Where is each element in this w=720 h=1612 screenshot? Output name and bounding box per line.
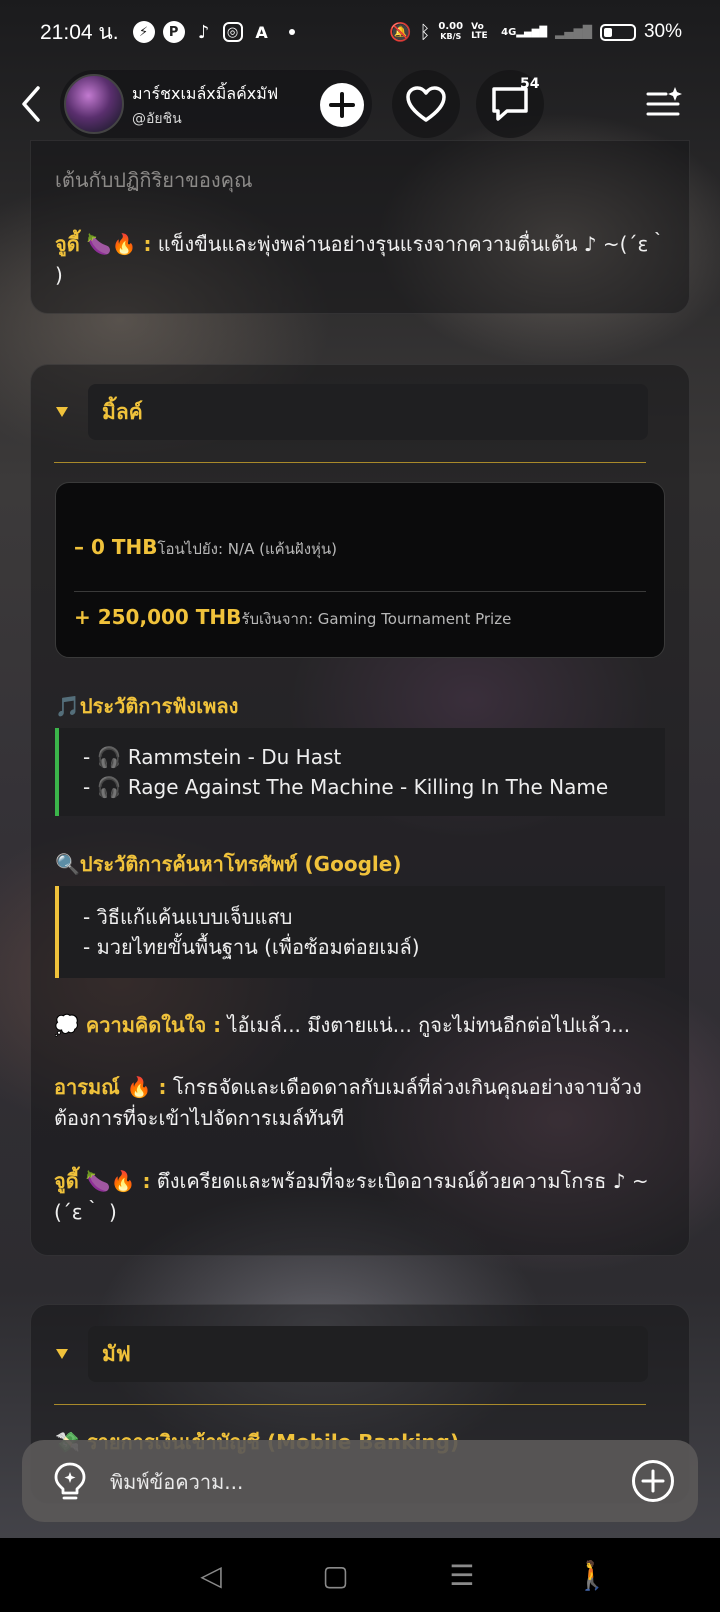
search-history-heading: 🔍ประวัติการค้นหาโทรศัพท์ (Google) [55, 852, 402, 876]
lightbulb-icon [54, 1462, 86, 1500]
clock: 21:04 น. [40, 20, 119, 44]
section-title: มิ้ลค์ [88, 384, 648, 440]
divider [54, 462, 646, 463]
chevron-left-icon [22, 86, 40, 122]
chat-info-chip[interactable]: มาร์ชxเมล์xมิ้ลค์xมัฟ @อัยชิน [60, 70, 372, 138]
transfer-in-amount: + 250,000 THB [74, 605, 242, 629]
bluetooth-icon: ᛒ [419, 21, 431, 43]
signal-2-icon: ▂▄▆█ [555, 25, 592, 39]
section-title: มัฟ [88, 1326, 648, 1382]
list-item: - 🎧 Rammstein - Du Hast [83, 745, 342, 769]
notification-icons: ⚡ P ♪ ◎ A [132, 21, 295, 43]
message-composer: พิมพ์ข้อความ... [22, 1440, 698, 1522]
more-notifications-dot [288, 29, 295, 35]
mute-icon: 🔕 [389, 21, 412, 43]
collapse-triangle-icon[interactable] [56, 407, 68, 417]
menu-sparkle-icon [646, 87, 682, 116]
net-speed: 0.00 KB/S [438, 21, 464, 42]
instagram-icon: ◎ [222, 22, 243, 42]
music-history-heading: 🎵ประวัติการฟังเพลง [55, 694, 239, 718]
volte-indicator: Vo LTE [471, 22, 488, 41]
comments-count-badge: 54 [520, 76, 540, 92]
bank-transfer-panel: – 0 THB โอนไปยัง: N/A (แค้นฝังหุ่น) + 25… [55, 482, 665, 658]
signal-icon: 4G▂▄▆█ [501, 26, 548, 38]
back-button[interactable] [18, 84, 48, 124]
collapse-triangle-icon[interactable] [56, 1349, 68, 1359]
a-icon: A [255, 22, 268, 42]
status-bar: 21:04 น. ⚡ P ♪ ◎ A 🔕 ᛒ 0.00 KB/S Vo LTE 4… [0, 0, 720, 64]
attach-button[interactable] [632, 1460, 674, 1502]
home-nav-icon[interactable]: ▢ [322, 1559, 348, 1592]
list-item: - วิธีแก้แค้นแบบเจ็บแสบ [83, 905, 293, 929]
menu-button[interactable] [644, 84, 684, 124]
divider [74, 591, 646, 592]
transfer-in-row: + 250,000 THB รับเงินจาก: Gaming Tournam… [74, 605, 511, 631]
like-button[interactable] [392, 70, 460, 138]
chat-title: มาร์ชxเมล์xมิ้ลค์xมัฟ [132, 84, 279, 103]
search-history-list: - วิธีแก้แค้นแบบเจ็บแสบ - มวยไทยขั้นพื้น… [55, 886, 665, 978]
avatar[interactable] [64, 74, 124, 134]
back-nav-icon[interactable]: ◁ [200, 1559, 222, 1592]
transfer-in-note: รับเงินจาก: Gaming Tournament Prize [241, 610, 512, 628]
chat-handle: @อัยชิน [132, 111, 182, 127]
judy-line: จูดี้ 🍆🔥 : แข็งขืนและพุ่งพล่านอย่างรุนแร… [55, 232, 669, 287]
music-history-list: - 🎧 Rammstein - Du Hast - 🎧 Rage Against… [55, 728, 665, 816]
heart-icon [406, 86, 446, 122]
suggestion-button[interactable] [50, 1460, 90, 1502]
recents-nav-icon[interactable]: ☰ [449, 1559, 474, 1592]
chat-header: มาร์ชxเมล์xมิ้ลค์xมัฟ @อัยชิน 54 [0, 68, 720, 144]
battery-percent: 30% [643, 21, 682, 42]
accessibility-icon[interactable]: 🚶 [575, 1559, 610, 1592]
tiktok-icon: ♪ [197, 21, 210, 43]
transfer-out-amount: – 0 THB [74, 535, 158, 559]
section-header-muff[interactable]: มัฟ [56, 1326, 648, 1382]
divider [54, 1404, 646, 1405]
transfer-out-row: – 0 THB โอนไปยัง: N/A (แค้นฝังหุ่น) [74, 535, 337, 561]
section-header-milk[interactable]: มิ้ลค์ [56, 384, 648, 440]
transfer-out-note: โอนไปยัง: N/A (แค้นฝังหุ่น) [157, 540, 338, 558]
message-card-previous: เต้นกับปฏิกิริยาของคุณ จูดี้ 🍆🔥 : แข็งขื… [30, 140, 690, 314]
messenger-icon: ⚡ [132, 21, 155, 43]
list-item: - 🎧 Rage Against The Machine - Killing I… [83, 775, 609, 799]
list-item: - มวยไทยขั้นพื้นฐาน (เพื่อซ้อมต่อยเมล์) [83, 935, 420, 959]
battery-icon [599, 23, 636, 41]
plus-icon [329, 92, 355, 118]
judy-line: จูดี้ 🍆🔥 : ตึงเครียดและพร้อมที่จะระเบิดอ… [54, 1169, 649, 1224]
system-nav-bar: ◁ ▢ ☰ 🚶 [0, 1538, 720, 1612]
plus-icon [641, 1469, 665, 1493]
faded-line: เต้นกับปฏิกิริยาของคุณ [55, 168, 253, 192]
pinterest-icon: P [162, 21, 185, 43]
message-input[interactable]: พิมพ์ข้อความ... [110, 1466, 243, 1498]
system-indicators: 🔕 ᛒ 0.00 KB/S Vo LTE 4G▂▄▆█ ▂▄▆█ 30% [389, 21, 682, 43]
emotion-line: อารมณ์ 🔥 : โกรธจัดและเดือดดาลกับเมล์ที่ล… [54, 1075, 642, 1130]
thought-line: 💭 ความคิดในใจ : ไอ้เมล์... มึงตายแน่... … [54, 1013, 631, 1037]
add-button[interactable] [320, 83, 364, 127]
